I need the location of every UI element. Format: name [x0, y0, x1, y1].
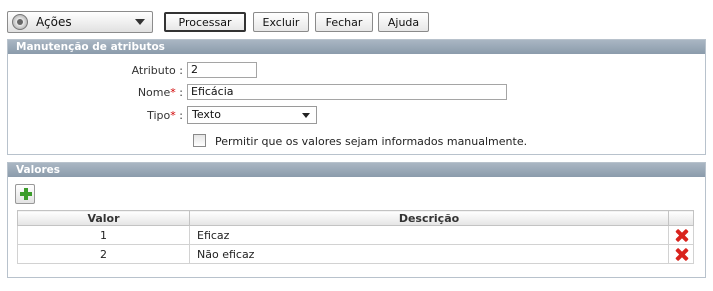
delete-row-button[interactable]	[668, 225, 694, 245]
fechar-button[interactable]: Fechar	[315, 12, 373, 32]
nome-field[interactable]: Eficácia	[187, 84, 507, 100]
valores-table: Valor Descrição 1 Eficaz 2 Não eficaz	[17, 210, 694, 264]
table-row[interactable]: 1 Eficaz	[17, 225, 694, 245]
nome-label-text: Nome	[137, 86, 171, 99]
ajuda-button[interactable]: Ajuda	[378, 12, 429, 32]
tipo-required-mark: *	[170, 109, 176, 122]
actions-dropdown[interactable]: Ações	[7, 11, 153, 33]
tipo-label: Tipo* :	[8, 109, 183, 122]
delete-row-button[interactable]	[668, 244, 694, 264]
excluir-button[interactable]: Excluir	[253, 12, 309, 32]
table-row[interactable]: 2 Não eficaz	[17, 244, 694, 264]
manual-values-checkbox[interactable]	[193, 134, 206, 147]
column-header-descricao: Descrição	[189, 210, 669, 226]
gear-icon	[12, 14, 28, 30]
cell-descricao: Eficaz	[189, 225, 669, 245]
cell-valor: 1	[17, 225, 190, 245]
nome-required-mark: *	[170, 86, 176, 99]
nome-separator: :	[179, 86, 183, 99]
cell-valor: 2	[17, 244, 190, 264]
chevron-down-icon	[135, 19, 145, 25]
processar-button[interactable]: Processar	[164, 12, 246, 32]
atributo-field[interactable]: 2	[187, 62, 257, 78]
add-value-button[interactable]	[15, 184, 35, 204]
cell-descricao: Não eficaz	[189, 244, 669, 264]
atributo-label: Atributo :	[131, 64, 183, 77]
plus-icon	[20, 188, 32, 200]
tipo-separator: :	[179, 109, 183, 122]
column-header-valor: Valor	[17, 210, 190, 226]
tipo-selected-value: Texto	[192, 108, 221, 121]
table-header-row: Valor Descrição	[17, 210, 694, 226]
manutencao-panel-title: Manutenção de atributos	[8, 40, 705, 54]
toolbar: Ações Processar Excluir Fechar Ajuda	[7, 11, 707, 33]
tipo-label-text: Tipo	[147, 109, 171, 122]
delete-x-icon	[675, 248, 688, 261]
actions-label: Ações	[36, 15, 72, 29]
delete-x-icon	[675, 229, 688, 242]
nome-label: Nome* :	[8, 86, 183, 99]
chevron-down-icon	[302, 113, 310, 118]
manutencao-panel: Manutenção de atributos Atributo : 2 Nom…	[7, 39, 706, 155]
valores-panel-title: Valores	[8, 163, 705, 177]
column-header-actions	[668, 210, 694, 226]
tipo-select[interactable]: Texto	[187, 106, 317, 124]
valores-panel: Valores Valor Descrição 1 Eficaz 2 Não e…	[7, 162, 706, 278]
manual-values-label: Permitir que os valores sejam informados…	[215, 135, 528, 148]
